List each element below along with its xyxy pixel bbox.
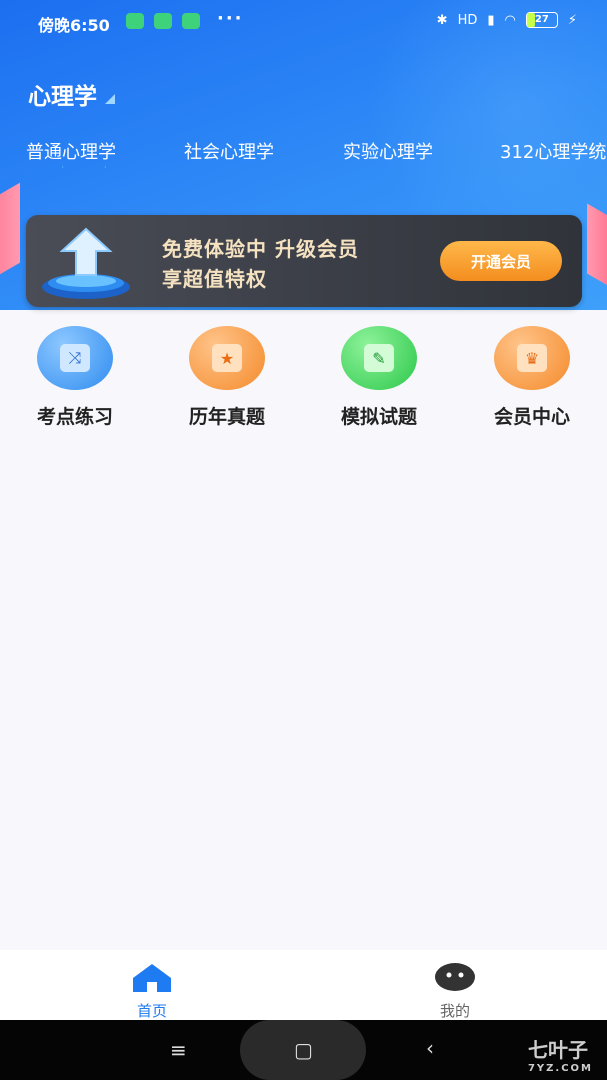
bottom-tab-bar: 首页 我的 [0,950,607,1020]
battery-icon: 27 [525,12,558,28]
pen-note-icon: ✎ [341,326,417,390]
watermark: 七叶子 7YZ.COM [528,1034,593,1074]
tab-mine[interactable]: 我的 [405,962,505,1021]
system-nav-bar: ≡ ▢ ‹ 七叶子 7YZ.COM [0,1020,607,1080]
wifi-icon: ◠ [504,12,516,28]
app-notification-icon [182,13,200,29]
ribbon-right [587,203,607,297]
tab-312-psychology[interactable]: 312心理学统考 [500,138,607,164]
chat-face-icon [435,963,475,991]
feature-past-exams[interactable]: ★ 历年真题 [167,326,287,429]
star-bookmark-icon: ★ [189,326,265,390]
subject-selector[interactable]: 心理学 [28,77,115,111]
network-label: HD [457,12,478,28]
ribbon-left [0,182,20,298]
home-square-icon[interactable]: ▢ [294,1038,313,1062]
shuffle-book-icon: ⤨ [37,326,113,390]
tab-social-psychology[interactable]: 社会心理学 [184,138,274,164]
upgrade-arrow-icon [42,227,130,299]
signal-icon: ▮ [487,12,495,28]
feature-grid: ⤨ 考点练习 ★ 历年真题 ✎ 模拟试题 ♛ 会员中心 [0,326,607,436]
feature-label: 会员中心 [493,406,570,428]
banner-title: 免费体验中 升级会员 [162,237,359,261]
tab-home-label: 首页 [136,1002,167,1020]
category-tabs: 普通心理学 社会心理学 实验心理学 312心理学统考 [0,138,607,168]
more-notifications: ··· [217,8,244,29]
subject-title: 心理学 [28,84,97,110]
back-icon[interactable]: ‹ [426,1036,434,1060]
tab-experimental-psychology[interactable]: 实验心理学 [343,138,433,164]
watermark-text: 七叶子 [527,1038,588,1062]
dropdown-icon [105,94,115,104]
status-bar: 傍晚6:50 ··· ✱ HD ▮ ◠ 27 ⚡ [0,0,607,44]
feature-mock-exams[interactable]: ✎ 模拟试题 [319,326,439,429]
feature-practice[interactable]: ⤨ 考点练习 [15,326,135,429]
tab-mine-label: 我的 [439,1002,470,1020]
bluetooth-icon: ✱ [436,12,448,28]
watermark-sub: 7YZ.COM [527,1063,593,1074]
battery-level: 27 [534,14,549,25]
status-time: 傍晚6:50 [38,16,110,35]
menu-icon[interactable]: ≡ [170,1038,187,1062]
crown-icon: ♛ [494,326,570,390]
shield-icon [154,13,172,29]
charging-icon: ⚡ [567,12,577,28]
feature-label: 模拟试题 [340,406,417,428]
banner-subtitle: 享超值特权 [162,267,267,291]
feature-label: 考点练习 [36,406,113,428]
tab-home[interactable]: 首页 [102,962,202,1021]
status-right: ✱ HD ▮ ◠ 27 ⚡ [437,12,577,28]
feature-member-center[interactable]: ♛ 会员中心 [472,326,592,429]
tab-general-psychology[interactable]: 普通心理学 [26,138,116,164]
vip-banner[interactable]: 免费体验中 升级会员 享超值特权 开通会员 [26,215,582,307]
shield-icon [126,13,144,29]
open-membership-button[interactable]: 开通会员 [440,241,562,281]
home-icon [133,964,171,992]
feature-label: 历年真题 [188,406,265,428]
